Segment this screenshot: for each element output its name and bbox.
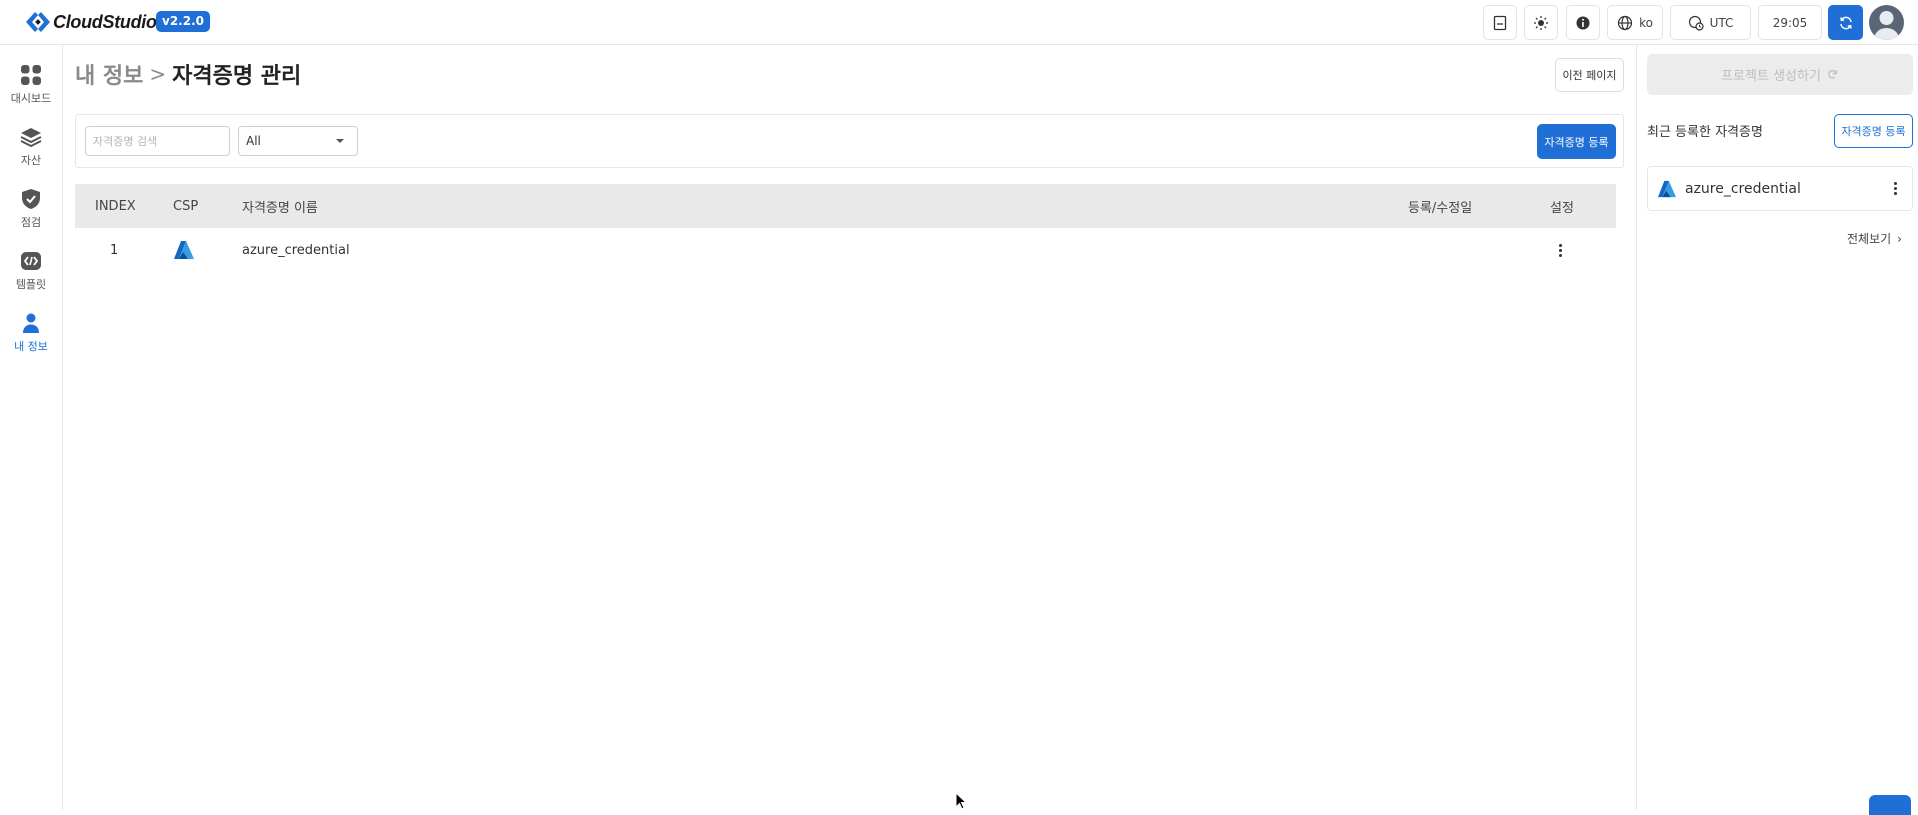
app-name: CloudStudio — [53, 11, 157, 32]
clock-globe-icon — [1688, 15, 1704, 31]
azure-icon — [174, 241, 194, 259]
table-row[interactable]: 1 azure_credential — [75, 228, 1616, 272]
sidebar-item-template[interactable]: 템플릿 — [0, 245, 62, 297]
sidebar-toggle-icon — [1493, 15, 1507, 30]
sidebar-item-label: 자산 — [20, 154, 42, 167]
dashboard-icon — [21, 65, 41, 85]
sidebar-item-label: 대시보드 — [10, 92, 52, 105]
register-credential-button[interactable]: 자격증명 등록 — [1537, 124, 1616, 159]
sidebar-item-dashboard[interactable]: 대시보드 — [0, 59, 62, 111]
theme-toggle-button[interactable] — [1524, 5, 1558, 40]
sidebar-item-label: 내 정보 — [14, 340, 48, 353]
create-project-label: 프로젝트 생성하기 — [1721, 69, 1821, 84]
cloudstudio-logo-icon — [26, 12, 50, 32]
recent-credentials-title: 최근 등록한 자격증명 — [1647, 125, 1763, 140]
azure-icon — [1658, 180, 1676, 197]
csp-cell — [173, 228, 195, 272]
register-credential-outline-button[interactable]: 자격증명 등록 — [1834, 114, 1913, 148]
sidebar-toggle-button[interactable] — [1483, 5, 1517, 40]
refresh-small-icon — [1828, 69, 1837, 79]
select-value: All — [246, 134, 261, 148]
sidebar-item-label: 템플릿 — [15, 278, 47, 291]
sidebar-item-inspection[interactable]: 점검 — [0, 183, 62, 235]
credential-search-input[interactable] — [85, 126, 230, 156]
timezone-button[interactable]: UTC — [1670, 5, 1751, 40]
sidebar-item-my-info[interactable]: 내 정보 — [0, 307, 62, 359]
header-date[interactable]: 등록/수정일 — [1408, 184, 1472, 228]
breadcrumb: 내 정보 > 자격증명 관리 — [75, 58, 301, 90]
shield-check-icon — [22, 189, 40, 209]
floating-action-button[interactable] — [1869, 795, 1911, 815]
language-label: ko — [1639, 15, 1653, 30]
person-icon — [23, 313, 39, 333]
caret-down-icon — [336, 139, 344, 143]
filter-panel: All 자격증명 등록 — [75, 114, 1624, 168]
header-index[interactable]: INDEX — [95, 184, 136, 228]
sun-icon — [1534, 15, 1548, 30]
previous-page-button[interactable]: 이전 페이지 — [1555, 58, 1624, 92]
sidebar-item-assets[interactable]: 자산 — [0, 121, 62, 173]
recent-credential-name: azure_credential — [1685, 180, 1801, 197]
row-menu-button[interactable] — [1552, 228, 1568, 272]
top-bar: CloudStudio v2.2.0 ko UTC 29:05 — [0, 0, 1918, 45]
header-csp[interactable]: CSP — [173, 184, 198, 228]
table-header: INDEX CSP 자격증명 이름 등록/수정일 설정 — [75, 184, 1616, 228]
timer-label: 29:05 — [1772, 15, 1808, 30]
app-logo[interactable]: CloudStudio — [25, 11, 157, 33]
timezone-label: UTC — [1709, 15, 1734, 30]
refresh-icon — [1839, 16, 1852, 29]
row-index: 1 — [110, 242, 119, 258]
user-avatar-icon — [1874, 11, 1899, 40]
view-all-link[interactable]: 전체보기 › — [1847, 230, 1902, 247]
breadcrumb-parent[interactable]: 내 정보 — [75, 58, 143, 90]
kebab-menu-icon — [1552, 242, 1568, 258]
layers-icon — [20, 128, 42, 148]
recent-credential-item[interactable]: azure_credential — [1647, 166, 1913, 211]
header-name[interactable]: 자격증명 이름 — [242, 184, 318, 228]
session-timer: 29:05 — [1758, 5, 1822, 40]
refresh-button[interactable] — [1828, 5, 1863, 40]
credential-name[interactable]: azure_credential — [242, 228, 350, 272]
info-button[interactable] — [1566, 5, 1600, 40]
mouse-cursor-icon — [955, 792, 968, 810]
language-button[interactable]: ko — [1607, 5, 1663, 40]
breadcrumb-separator: > — [149, 62, 167, 86]
credentials-table: INDEX CSP 자격증명 이름 등록/수정일 설정 1 azure_cred… — [75, 184, 1616, 272]
info-icon — [1576, 16, 1590, 29]
csp-filter-select[interactable]: All — [238, 126, 358, 156]
globe-icon — [1617, 15, 1633, 30]
version-badge: v2.2.0 — [156, 11, 210, 32]
user-avatar[interactable] — [1869, 5, 1904, 40]
code-icon — [21, 252, 41, 270]
create-project-button[interactable]: 프로젝트 생성하기 — [1647, 54, 1913, 95]
sidebar-item-label: 점검 — [20, 216, 42, 229]
page-title: 자격증명 관리 — [172, 64, 302, 89]
kebab-menu-icon[interactable] — [1887, 181, 1903, 197]
right-panel: 프로젝트 생성하기 최근 등록한 자격증명 자격증명 등록 azure_cred… — [1636, 45, 1918, 810]
view-all-label: 전체보기 — [1847, 232, 1892, 246]
chevron-right-icon: › — [1897, 231, 1902, 246]
header-settings: 설정 — [1550, 200, 1574, 216]
left-sidebar: 대시보드 자산 점검 템플릿 내 정보 — [0, 45, 63, 810]
